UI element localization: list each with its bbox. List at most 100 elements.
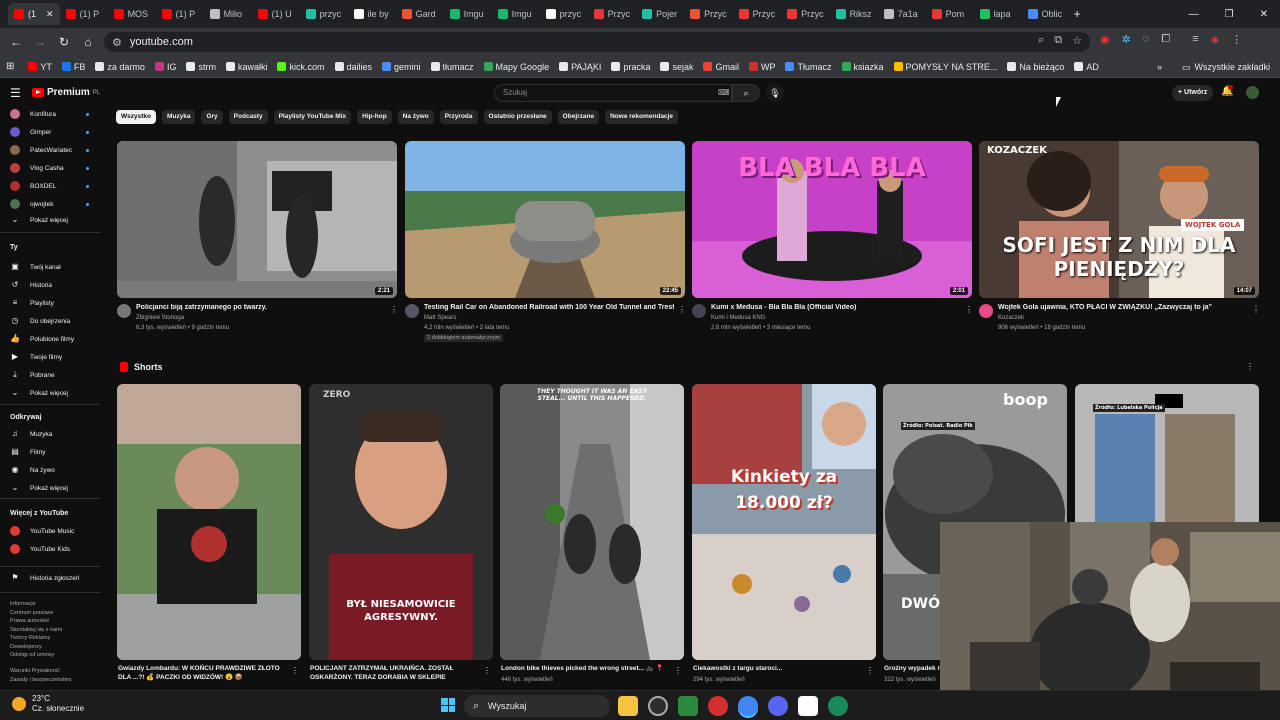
bookmark-item[interactable]: PAJĄKI	[559, 62, 601, 72]
browser-tab[interactable]: Riksz	[830, 3, 878, 25]
browser-tab[interactable]: (1) U	[252, 3, 300, 25]
short-thumbnail[interactable]: THEY THOUGHT IT WAS AN EASY STEAL... UNT…	[500, 384, 684, 660]
close-icon[interactable]: ✕	[1260, 9, 1268, 20]
bookmark-item[interactable]: za darmo	[95, 62, 145, 72]
filter-chip[interactable]: Playlisty YouTube Mix	[273, 110, 352, 124]
filter-chip[interactable]: Obejrzane	[557, 110, 600, 124]
browser-tab[interactable]: Przyc	[781, 3, 830, 25]
back-icon[interactable]: ←	[4, 35, 28, 49]
minimize-icon[interactable]: —	[1189, 9, 1199, 20]
footer-link[interactable]: Skontaktuj się z nami	[10, 626, 62, 635]
sidebar-item-explore[interactable]: ▤ Filmy	[10, 447, 45, 457]
browser-tab[interactable]: MOS	[108, 3, 156, 25]
filter-chip[interactable]: Wszystko	[116, 110, 156, 124]
opera-icon[interactable]	[708, 696, 728, 716]
more-options-icon[interactable]: ⋮	[1252, 305, 1260, 314]
sidebar-item-report-history[interactable]: ⚑ Historia zgłoszeń	[10, 573, 79, 583]
browser-tab[interactable]: Gard	[396, 3, 444, 25]
bookmark-item[interactable]: YT	[28, 62, 52, 72]
filter-chip[interactable]: Muzyka	[161, 110, 196, 124]
bookmark-item[interactable]: FB	[61, 62, 85, 72]
bookmark-item[interactable]: Mapy Google	[483, 62, 549, 72]
sidebar-item-more[interactable]: YouTube Music	[10, 526, 74, 536]
bookmark-item[interactable]: kawałki	[225, 62, 267, 72]
more-options-icon[interactable]: ⋮	[965, 305, 973, 314]
home-icon[interactable]: ⌂	[76, 35, 100, 49]
sidebar-item-subscription[interactable]: ojwojtek	[10, 199, 53, 209]
video-title[interactable]: Policjanci biją zatrzymanego po twarzy.	[136, 304, 386, 311]
channel-avatar[interactable]	[117, 304, 131, 318]
channel-name[interactable]: Kozaczek	[998, 315, 1024, 321]
sidebar-item-subscription[interactable]: PatecWariatec	[10, 145, 72, 155]
filter-chip[interactable]: Przyroda	[439, 110, 478, 124]
profile-icon[interactable]: ◈	[1211, 33, 1219, 46]
more-options-icon[interactable]: ⋮	[291, 666, 299, 675]
forward-icon[interactable]: →	[28, 35, 52, 49]
bookmark-item[interactable]: Gmail	[703, 62, 739, 72]
footer-link[interactable]: Deweloperzy	[10, 643, 42, 652]
sidebar-item-explore[interactable]: ◉ Na żywo	[10, 465, 55, 475]
search-input[interactable]: Szukaj	[494, 84, 732, 102]
windows-start-icon[interactable]	[441, 698, 455, 712]
bookmark-item[interactable]: kick.com	[277, 62, 325, 72]
avatar[interactable]	[1246, 86, 1259, 99]
footer-link[interactable]: Prawa autorskie	[10, 617, 49, 626]
sidebar-item-subscription[interactable]: Konfitura	[10, 109, 56, 119]
browser-tab[interactable]: Pom	[926, 3, 974, 25]
bookmark-item[interactable]: tłumacz	[430, 62, 474, 72]
puzzle-icon[interactable]: ⧠	[1161, 33, 1170, 46]
short-thumbnail[interactable]: ZERO BYŁ NIESAMOWICIE AGRESYWNY.	[309, 384, 493, 660]
sidebar-item-you[interactable]: ↺ Historia	[10, 280, 52, 290]
sidebar-item-more[interactable]: YouTube Kids	[10, 544, 70, 554]
bookmark-item[interactable]: Tłumacz	[785, 62, 832, 72]
browser-tab[interactable]: Pojer	[636, 3, 684, 25]
short-title[interactable]: Ciekawostki z targu staroci...	[693, 664, 863, 673]
video-title[interactable]: Kumi x Medusa - Bla Bla Bla (Official Vi…	[711, 304, 961, 311]
youtube-logo[interactable]: Premium PL	[32, 87, 100, 98]
channel-avatar[interactable]	[405, 304, 419, 318]
bookmark-item[interactable]: sejak	[660, 62, 693, 72]
channel-name[interactable]: Kumi i Medusa KNG	[711, 315, 765, 321]
bookmark-star-icon[interactable]: ☆	[1072, 34, 1082, 47]
channel-avatar[interactable]	[692, 304, 706, 318]
weather-widget[interactable]: 23°C Cz. słonecznie	[12, 694, 84, 714]
filter-chip[interactable]: Ostatnio przesłane	[483, 110, 552, 124]
browser-tab[interactable]: (1) P	[60, 3, 108, 25]
restore-icon[interactable]: ❐	[1225, 9, 1234, 20]
browser-tab[interactable]: Przyc	[733, 3, 782, 25]
file-explorer-icon[interactable]	[618, 696, 638, 716]
more-options-icon[interactable]: ⋮	[866, 666, 874, 675]
browser-tab[interactable]: Oblic	[1022, 3, 1070, 25]
bookmark-item[interactable]: AD	[1074, 62, 1099, 72]
sidebar-item-explore[interactable]: ⌄ Pokaż więcej	[10, 483, 68, 493]
extension-icon[interactable]: ✲	[1122, 33, 1131, 46]
sidebar-item-you[interactable]: 👍 Polubione filmy	[10, 334, 74, 344]
filter-chip[interactable]: Gry	[201, 110, 223, 124]
sidebar-item-you[interactable]: ≡ Playlisty	[10, 298, 54, 308]
filter-chip[interactable]: Hip-hop	[357, 110, 392, 124]
all-bookmarks-link[interactable]: Wszystkie zakładki	[1194, 62, 1270, 72]
chrome-icon[interactable]	[738, 696, 758, 716]
browser-tab[interactable]: 7a1a	[878, 3, 926, 25]
new-tab-button[interactable]: +	[1074, 7, 1081, 21]
footer-link[interactable]: Centrum prasowe	[10, 609, 53, 618]
channel-name[interactable]: Matt Spears	[424, 315, 456, 321]
chevron-right-icon[interactable]: »	[1157, 62, 1162, 72]
bookmark-item[interactable]: pracka	[611, 62, 650, 72]
record-icon[interactable]: ◉	[1100, 33, 1110, 46]
sidebar-item-explore[interactable]: ♫ Muzyka	[10, 429, 52, 439]
sidebar-item-you[interactable]: ⌄ Pokaż więcej	[10, 388, 68, 398]
app-icon[interactable]	[798, 696, 818, 716]
site-info-icon[interactable]: ⚙	[112, 36, 122, 49]
more-options-icon[interactable]: ⋮	[674, 666, 682, 675]
menu-icon[interactable]: ⋮	[1231, 33, 1242, 46]
mic-icon[interactable]: 🎙	[766, 84, 784, 102]
reload-icon[interactable]: ↻	[52, 35, 76, 49]
channel-name[interactable]: Zbigniew Stonoga	[136, 315, 184, 321]
bookmark-item[interactable]: gemini	[382, 62, 421, 72]
video-title[interactable]: Testing Rail Car on Abandoned Railroad w…	[424, 304, 674, 311]
bookmark-item[interactable]: Na bieżąco	[1007, 62, 1064, 72]
footer-link[interactable]: Informacje	[10, 600, 36, 609]
sidebar-item-subscription[interactable]: Vlog Casha	[10, 163, 64, 173]
more-options-icon[interactable]: ⋮	[390, 305, 398, 314]
